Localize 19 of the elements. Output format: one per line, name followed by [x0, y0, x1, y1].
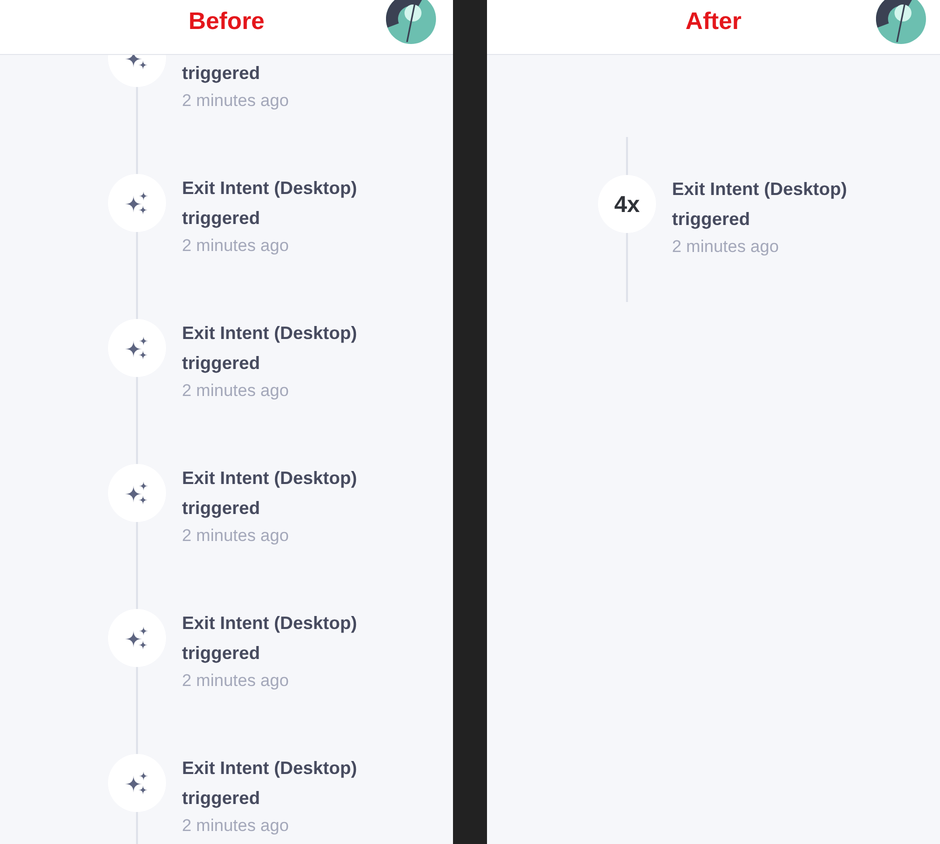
event-time: 2 minutes ago: [182, 815, 289, 837]
event-message: Exit Intent (Desktop) triggered: [182, 177, 358, 230]
event-message: Exit Intent (Desktop) triggered: [182, 757, 358, 810]
panel-title: After: [685, 8, 742, 36]
event-message: triggered: [182, 62, 260, 85]
event-time: 2 minutes ago: [182, 380, 289, 402]
event-time: 2 minutes ago: [182, 90, 289, 112]
event-message: Exit Intent (Desktop) triggered: [672, 178, 848, 231]
event-message: Exit Intent (Desktop) triggered: [182, 322, 358, 375]
event-message: Exit Intent (Desktop) triggered: [182, 467, 358, 520]
panel-title: Before: [188, 8, 265, 36]
event-time: 2 minutes ago: [672, 236, 779, 258]
event-time: 2 minutes ago: [182, 525, 289, 547]
avatar-icon[interactable]: [876, 0, 926, 44]
event-message: Exit Intent (Desktop) triggered: [182, 612, 358, 665]
event-time: 2 minutes ago: [182, 235, 289, 257]
count-badge: 4x: [598, 175, 656, 233]
event-time: 2 minutes ago: [182, 670, 289, 692]
avatar-icon[interactable]: [386, 0, 436, 44]
